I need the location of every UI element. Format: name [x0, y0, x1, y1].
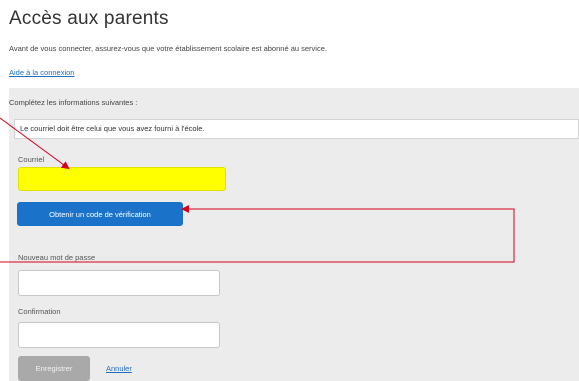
help-link[interactable]: Aide à la connexion — [9, 68, 74, 77]
intro-text: Avant de vous connecter, assurez-vous qu… — [9, 44, 327, 53]
email-notice: Le courriel doit être celui que vous ave… — [14, 119, 579, 139]
confirmation-label: Confirmation — [18, 307, 61, 316]
form-heading: Complétez les informations suivantes : — [9, 98, 138, 107]
cancel-link[interactable]: Annuler — [106, 364, 132, 373]
get-verification-code-button[interactable]: Obtenir un code de vérification — [17, 202, 183, 226]
email-field[interactable] — [18, 167, 226, 191]
new-password-field[interactable] — [18, 270, 220, 296]
page-title: Accès aux parents — [9, 8, 169, 29]
email-label: Courriel — [18, 155, 45, 164]
save-button[interactable]: Enregistrer — [18, 356, 90, 381]
new-password-label: Nouveau mot de passe — [18, 253, 96, 262]
confirmation-field[interactable] — [18, 322, 220, 348]
